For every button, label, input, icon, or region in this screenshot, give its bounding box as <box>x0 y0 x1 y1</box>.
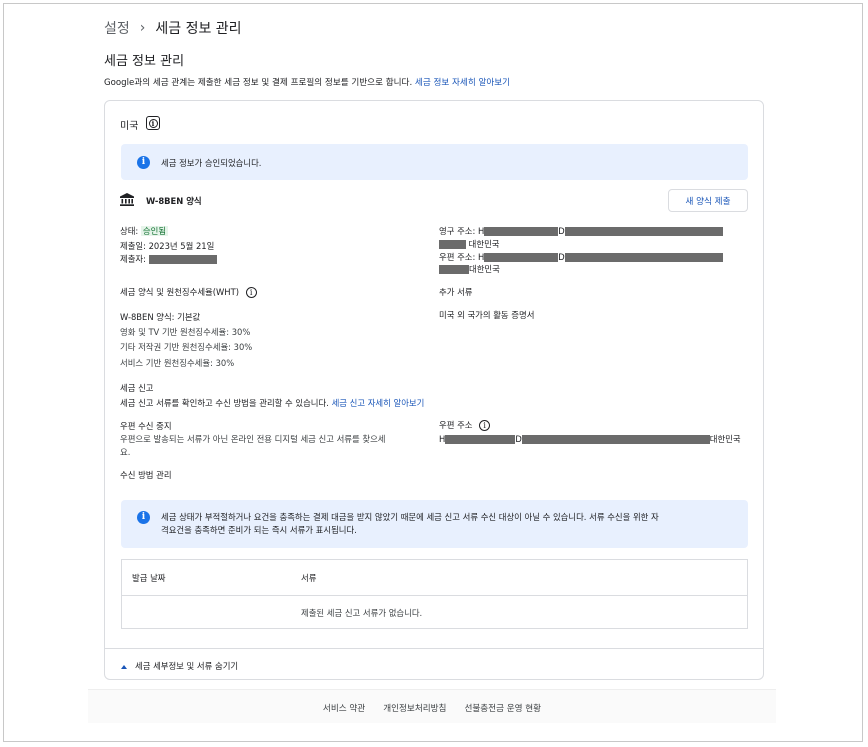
mailing-address-row: 우편 주소: HD <box>439 251 723 263</box>
mailing-address-country: 대한민국 <box>469 264 500 274</box>
activity-certificate-link[interactable]: 미국 외 국가의 활동 증명서 <box>439 309 534 321</box>
page-title: 세금 정보 관리 <box>104 54 185 69</box>
info-icon: i <box>137 156 150 169</box>
mail-address-heading-row: 우편 주소 i <box>439 419 491 431</box>
intro-text: Google과의 세금 관계는 제출한 세금 정보 및 결제 프로필의 정보를 … <box>104 76 510 88</box>
wht-rate-film-tv: 영화 및 TV 기반 원천징수세율: 30% <box>120 327 251 337</box>
wht-rate-copyright: 기타 저작권 기반 원천징수세율: 30% <box>120 342 253 352</box>
country-label: 미국 <box>120 121 139 132</box>
mail-address-info-icon[interactable]: i <box>479 420 491 431</box>
eligibility-notice-line2: 격요건을 충족하면 준비가 되는 즉시 서류가 표시됩니다. <box>161 525 357 535</box>
approved-banner-text: 세금 정보가 승인되었습니다. <box>161 158 262 168</box>
redacted-address-part <box>439 265 469 274</box>
tax-reporting-desc-text: 세금 신고 서류를 확인하고 수신 방법을 관리할 수 있습니다. <box>120 398 329 408</box>
eligibility-notice-line1: 세금 상태가 부적절하거나 요건을 충족하는 결제 대금을 받지 않았기 때문에… <box>161 512 659 522</box>
redacted-submitter <box>148 255 217 264</box>
redacted-address-part <box>445 435 516 444</box>
form-name: W-8BEN 양식 <box>146 196 202 206</box>
wht-info-icon[interactable]: i <box>245 287 257 298</box>
breadcrumb-current: 세금 정보 관리 <box>155 21 242 37</box>
intro-text-body: Google과의 세금 관계는 제출한 세금 정보 및 결제 프로필의 정보를 … <box>104 78 413 88</box>
footer: 서비스 약관 개인정보처리방침 선불충전금 운영 현황 <box>88 689 776 723</box>
mailing-address-label: 우편 주소: H <box>439 252 485 262</box>
table-header-issue-date: 발급 날짜 <box>132 573 166 583</box>
permanent-address-country-row: 대한민국 <box>439 238 500 250</box>
hide-details-label: 세금 세부정보 및 서류 숨기기 <box>135 661 239 671</box>
status-label: 상태: <box>120 226 139 236</box>
mailing-address-country-row: 대한민국 <box>439 263 500 275</box>
new-form-button[interactable]: 새 양식 제출 <box>668 189 748 212</box>
mail-address-value-row: H D 대한민국 <box>439 433 741 445</box>
additional-docs-heading: 추가 서류 <box>439 287 473 297</box>
tax-info-card: 미국 i i 세금 정보가 승인되었습니다. W-8BEN 양식 새 양식 제출… <box>104 100 764 680</box>
country-info-icon[interactable]: i <box>146 116 160 130</box>
manage-delivery-link[interactable]: 수신 방법 관리 <box>120 469 172 481</box>
approved-banner: i 세금 정보가 승인되었습니다. <box>121 144 748 180</box>
status-row: 상태: 승인됨 <box>120 225 169 237</box>
card-divider <box>105 648 763 649</box>
info-icon: i <box>137 511 150 524</box>
tax-documents-table: 발급 날짜 서류 제출된 세금 신고 서류가 없습니다. <box>121 559 748 629</box>
redacted-address-part <box>521 435 710 444</box>
tax-reporting-learn-more-link[interactable]: 세금 신고 자세히 알아보기 <box>332 398 425 408</box>
table-header-documents: 서류 <box>301 573 317 583</box>
wht-heading: 세금 양식 및 원천징수세율(WHT) <box>120 287 239 297</box>
redacted-address-part <box>439 240 466 249</box>
permanent-address-label: 영구 주소: H <box>439 226 485 236</box>
tax-reporting-heading: 세금 신고 <box>120 383 154 393</box>
permanent-address-country: 대한민국 <box>468 239 500 249</box>
chevron-up-icon <box>121 664 127 669</box>
submitted-date: 제출일: 2023년 5월 21일 <box>120 241 215 251</box>
mail-stop-desc-line2: 요. <box>120 447 131 457</box>
status-badge: 승인됨 <box>140 226 169 236</box>
redacted-address-part <box>484 253 559 262</box>
redacted-address-part <box>564 227 723 236</box>
w8ben-default-link[interactable]: W-8BEN 양식: 기본값 <box>120 311 200 323</box>
permanent-address-row: 영구 주소: HD <box>439 225 723 237</box>
redacted-address-part <box>484 227 559 236</box>
redacted-address-part <box>564 253 723 262</box>
bank-icon <box>120 193 134 206</box>
breadcrumb-separator: › <box>139 20 146 36</box>
table-empty-message: 제출된 세금 신고 서류가 없습니다. <box>301 608 423 618</box>
wht-rate-service: 서비스 기반 원천징수세율: 30% <box>120 358 235 368</box>
submitter-row: 제출자: <box>120 253 217 265</box>
eligibility-notice: i 세금 상태가 부적절하거나 요건을 충족하는 결제 대금을 받지 않았기 때… <box>121 500 748 548</box>
footer-privacy-link[interactable]: 개인정보처리방침 <box>383 702 446 714</box>
tax-reporting-desc: 세금 신고 서류를 확인하고 수신 방법을 관리할 수 있습니다. 세금 신고 … <box>120 397 424 409</box>
footer-terms-link[interactable]: 서비스 약관 <box>323 702 365 714</box>
tax-info-learn-more-link[interactable]: 세금 정보 자세히 알아보기 <box>415 78 510 88</box>
footer-prepaid-link[interactable]: 선불충전금 운영 현황 <box>464 702 541 714</box>
breadcrumb-settings-link[interactable]: 설정 <box>104 18 130 38</box>
mail-stop-label: 우편 수신 중지 <box>120 421 172 431</box>
submitter-label: 제출자: <box>120 254 146 264</box>
breadcrumb: 설정 › 세금 정보 관리 <box>104 18 242 38</box>
wht-heading-row: 세금 양식 및 원천징수세율(WHT) i <box>120 286 257 298</box>
mail-stop-desc-line1: 우편으로 발송되는 서류가 아닌 온라인 전용 디지털 세금 신고 서류를 찾으… <box>120 434 386 444</box>
hide-details-link[interactable]: 세금 세부정보 및 서류 숨기기 <box>121 660 238 672</box>
mail-address-label: 우편 주소 <box>439 420 473 430</box>
table-divider <box>122 595 747 596</box>
mail-address-country: 대한민국 <box>709 434 741 444</box>
